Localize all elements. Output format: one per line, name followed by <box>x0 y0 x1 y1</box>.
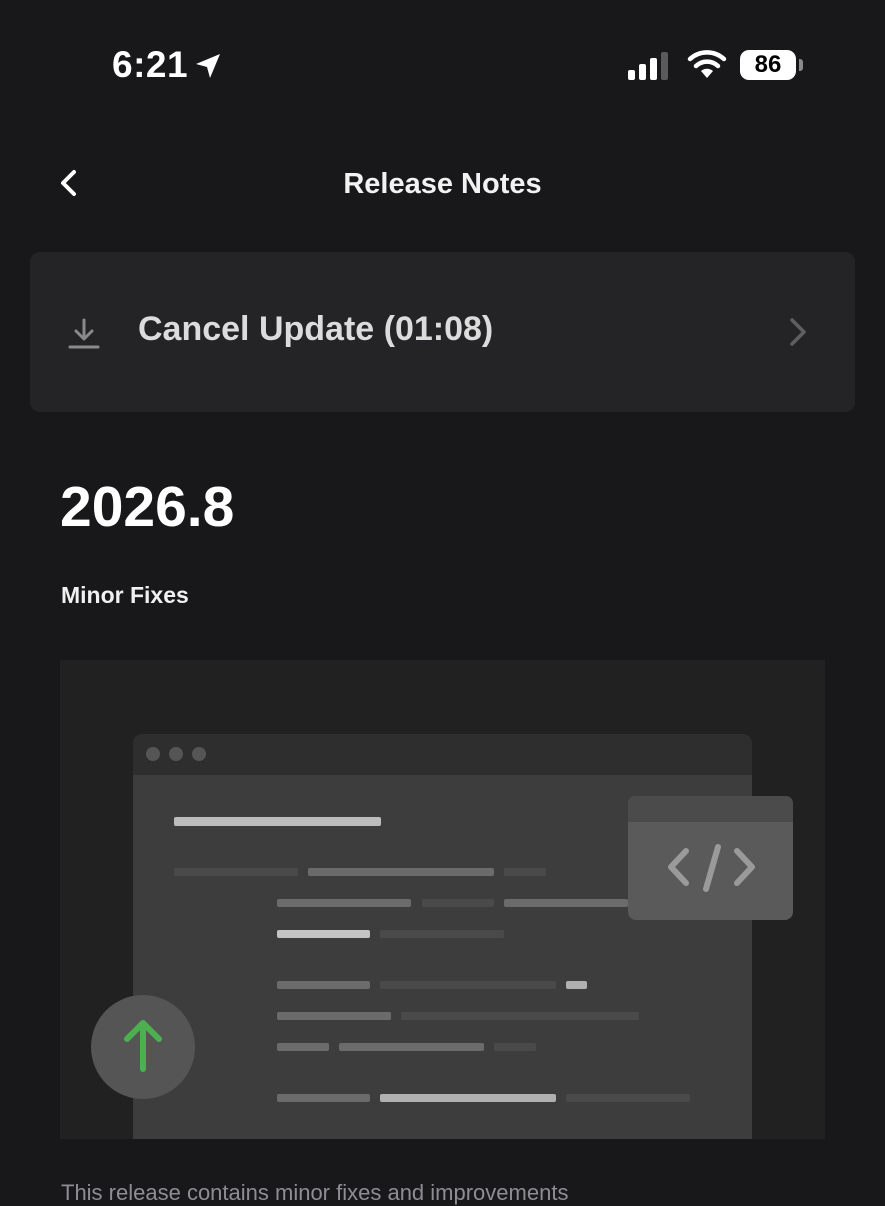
page-title: Release Notes <box>343 168 542 200</box>
release-illustration <box>60 660 825 1139</box>
release-description: This release contains minor fixes and im… <box>61 1180 569 1205</box>
download-icon <box>68 318 100 349</box>
code-brackets-icon <box>628 796 793 920</box>
chevron-right-icon <box>790 318 806 346</box>
status-bar: 6:21 86 <box>0 0 885 130</box>
browser-window-graphic <box>133 734 752 1139</box>
release-subtitle: Minor Fixes <box>61 582 189 608</box>
battery-level: 86 <box>754 51 782 78</box>
battery-icon: 86 <box>740 50 796 80</box>
battery-cap <box>799 59 803 71</box>
release-version: 2026.8 <box>60 475 235 539</box>
wifi-icon <box>687 50 727 78</box>
arrow-up-icon <box>91 995 195 1099</box>
location-arrow-icon <box>196 54 220 78</box>
status-time: 6:21 <box>112 44 189 85</box>
cancel-update-button[interactable]: Cancel Update (01:08) <box>30 252 855 412</box>
cancel-update-label: Cancel Update (01:08) <box>138 310 494 348</box>
cellular-signal-icon <box>628 52 668 80</box>
